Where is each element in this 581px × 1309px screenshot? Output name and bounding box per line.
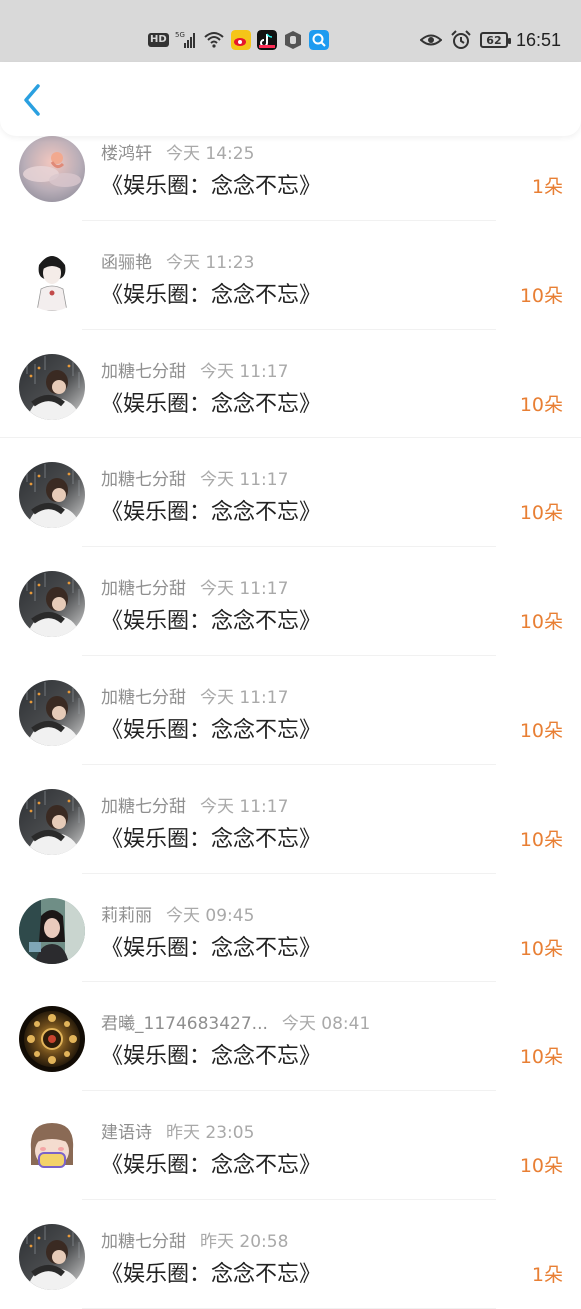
hand-app-icon	[284, 31, 301, 49]
timestamp: 昨天 20:58	[200, 1231, 289, 1252]
chevron-left-icon	[24, 84, 40, 116]
gift-record-row[interactable]: 加糖七分甜 今天 11:17 《娱乐圈：念念不忘》 10朵	[0, 438, 581, 548]
avatar[interactable]	[19, 788, 85, 855]
book-title: 《娱乐圈：念念不忘》	[101, 1044, 322, 1070]
signal-icon: 5G	[175, 31, 195, 48]
gift-record-row[interactable]: 加糖七分甜 昨天 20:58 《娱乐圈：念念不忘》 1朵	[0, 1200, 581, 1309]
eye-icon	[419, 34, 442, 46]
book-title: 《娱乐圈：念念不忘》	[101, 935, 322, 961]
timestamp: 今天 11:17	[200, 470, 289, 491]
timestamp: 今天 09:45	[166, 905, 255, 926]
user-name[interactable]: 加糖七分甜	[101, 470, 186, 490]
book-title: 《娱乐圈：念念不忘》	[101, 609, 322, 635]
record-meta: 加糖七分甜 今天 11:17	[101, 683, 288, 708]
timestamp: 今天 11:17	[200, 687, 289, 708]
gift-count: 10朵	[519, 1046, 563, 1069]
user-name[interactable]: 莉莉丽	[101, 906, 152, 926]
book-title: 《娱乐圈：念念不忘》	[101, 826, 322, 852]
avatar[interactable]	[19, 679, 85, 746]
avatar[interactable]	[19, 897, 85, 964]
record-meta: 加糖七分甜 今天 11:17	[101, 574, 288, 599]
timestamp: 今天 11:23	[166, 252, 255, 273]
wifi-icon	[204, 32, 224, 48]
book-title: 《娱乐圈：念念不忘》	[101, 174, 322, 199]
gift-count: 1朵	[531, 176, 563, 198]
user-name[interactable]: 君曦_1174683427...	[101, 1014, 268, 1034]
book-title: 《娱乐圈：念念不忘》	[101, 717, 322, 743]
record-meta: 函骊艳 今天 11:23	[101, 248, 254, 273]
gift-record-row[interactable]: 建语诗 昨天 23:05 《娱乐圈：念念不忘》 10朵	[0, 1091, 581, 1200]
book-title: 《娱乐圈：念念不忘》	[101, 500, 322, 526]
user-name[interactable]: 加糖七分甜	[101, 688, 186, 708]
timestamp: 今天 14:25	[166, 144, 255, 164]
user-name[interactable]: 函骊艳	[101, 253, 152, 273]
gift-record-row[interactable]: 函骊艳 今天 11:23 《娱乐圈：念念不忘》 10朵	[0, 221, 581, 330]
alarm-icon	[451, 30, 471, 49]
record-meta: 君曦_1174683427... 今天 08:41	[101, 1009, 370, 1034]
user-name[interactable]: 加糖七分甜	[101, 797, 186, 817]
timestamp: 今天 11:17	[200, 361, 289, 382]
gift-record-row[interactable]: 莉莉丽 今天 09:45 《娱乐圈：念念不忘》 10朵	[0, 874, 581, 983]
gift-count: 10朵	[519, 937, 563, 960]
record-meta: 加糖七分甜 昨天 20:58	[101, 1227, 288, 1252]
avatar[interactable]	[19, 1115, 85, 1182]
book-title: 《娱乐圈：念念不忘》	[101, 1153, 322, 1179]
gift-record-row[interactable]: 加糖七分甜 今天 11:17 《娱乐圈：念念不忘》 10朵	[0, 765, 581, 874]
record-meta: 加糖七分甜 今天 11:17	[101, 465, 288, 490]
avatar[interactable]	[19, 353, 85, 420]
status-icons-left: HD 5G	[148, 28, 329, 52]
gift-count: 1朵	[531, 1263, 563, 1286]
record-meta: 加糖七分甜 今天 11:17	[101, 357, 288, 382]
avatar[interactable]	[19, 1006, 85, 1073]
status-icons-right: 62 16:51	[419, 28, 561, 52]
gift-count: 10朵	[519, 284, 563, 307]
gift-record-row[interactable]: 君曦_1174683427... 今天 08:41 《娱乐圈：念念不忘》 10朵	[0, 982, 581, 1092]
avatar[interactable]	[19, 1223, 85, 1290]
gift-record-list: 楼鸿轩 今天 14:25 《娱乐圈：念念不忘》 1朵 函骊艳 今天 11:23 《娱乐圈：念…	[0, 112, 581, 1309]
back-button[interactable]	[14, 82, 50, 118]
timestamp: 昨天 23:05	[166, 1123, 255, 1144]
avatar[interactable]	[19, 571, 85, 638]
nav-bar	[0, 62, 581, 136]
user-name[interactable]: 加糖七分甜	[101, 579, 186, 599]
avatar[interactable]	[19, 462, 85, 529]
book-title: 《娱乐圈：念念不忘》	[101, 391, 322, 417]
gift-count: 10朵	[519, 502, 563, 525]
hd-badge: HD	[148, 33, 169, 47]
gift-record-row[interactable]: 加糖七分甜 今天 11:17 《娱乐圈：念念不忘》 10朵	[0, 547, 581, 656]
battery-icon: 62	[479, 32, 511, 48]
timestamp: 今天 11:17	[200, 796, 289, 817]
weibo-app-icon	[230, 30, 251, 50]
status-bar: HD 5G 62 16:51	[0, 0, 581, 62]
user-name[interactable]: 建语诗	[101, 1123, 152, 1143]
timestamp: 今天 08:41	[281, 1014, 371, 1035]
avatar[interactable]	[19, 136, 85, 202]
clock: 16:51	[515, 29, 561, 50]
gift-count: 10朵	[519, 828, 563, 851]
timestamp: 今天 11:17	[200, 579, 289, 600]
book-title: 《娱乐圈：念念不忘》	[101, 1261, 322, 1287]
gift-count: 10朵	[519, 611, 563, 634]
record-meta: 加糖七分甜 今天 11:17	[101, 792, 288, 817]
gift-count: 10朵	[519, 1155, 563, 1178]
user-name[interactable]: 加糖七分甜	[101, 362, 186, 382]
record-meta: 建语诗 昨天 23:05	[101, 1118, 254, 1143]
record-meta: 楼鸿轩 今天 14:25	[101, 139, 254, 164]
gift-count: 10朵	[519, 393, 563, 416]
gift-count: 10朵	[519, 719, 563, 742]
network-label: 5G	[175, 31, 185, 39]
record-meta: 莉莉丽 今天 09:45	[101, 901, 254, 926]
user-name[interactable]: 加糖七分甜	[101, 1232, 186, 1252]
douyin-app-icon	[256, 30, 277, 50]
avatar[interactable]	[19, 244, 85, 311]
book-title: 《娱乐圈：念念不忘》	[101, 282, 322, 308]
search-app-icon	[308, 30, 329, 50]
gift-record-row[interactable]: 加糖七分甜 今天 11:17 《娱乐圈：念念不忘》 10朵	[0, 330, 581, 439]
user-name[interactable]: 楼鸿轩	[101, 144, 152, 164]
gift-record-row[interactable]: 加糖七分甜 今天 11:17 《娱乐圈：念念不忘》 10朵	[0, 656, 581, 765]
